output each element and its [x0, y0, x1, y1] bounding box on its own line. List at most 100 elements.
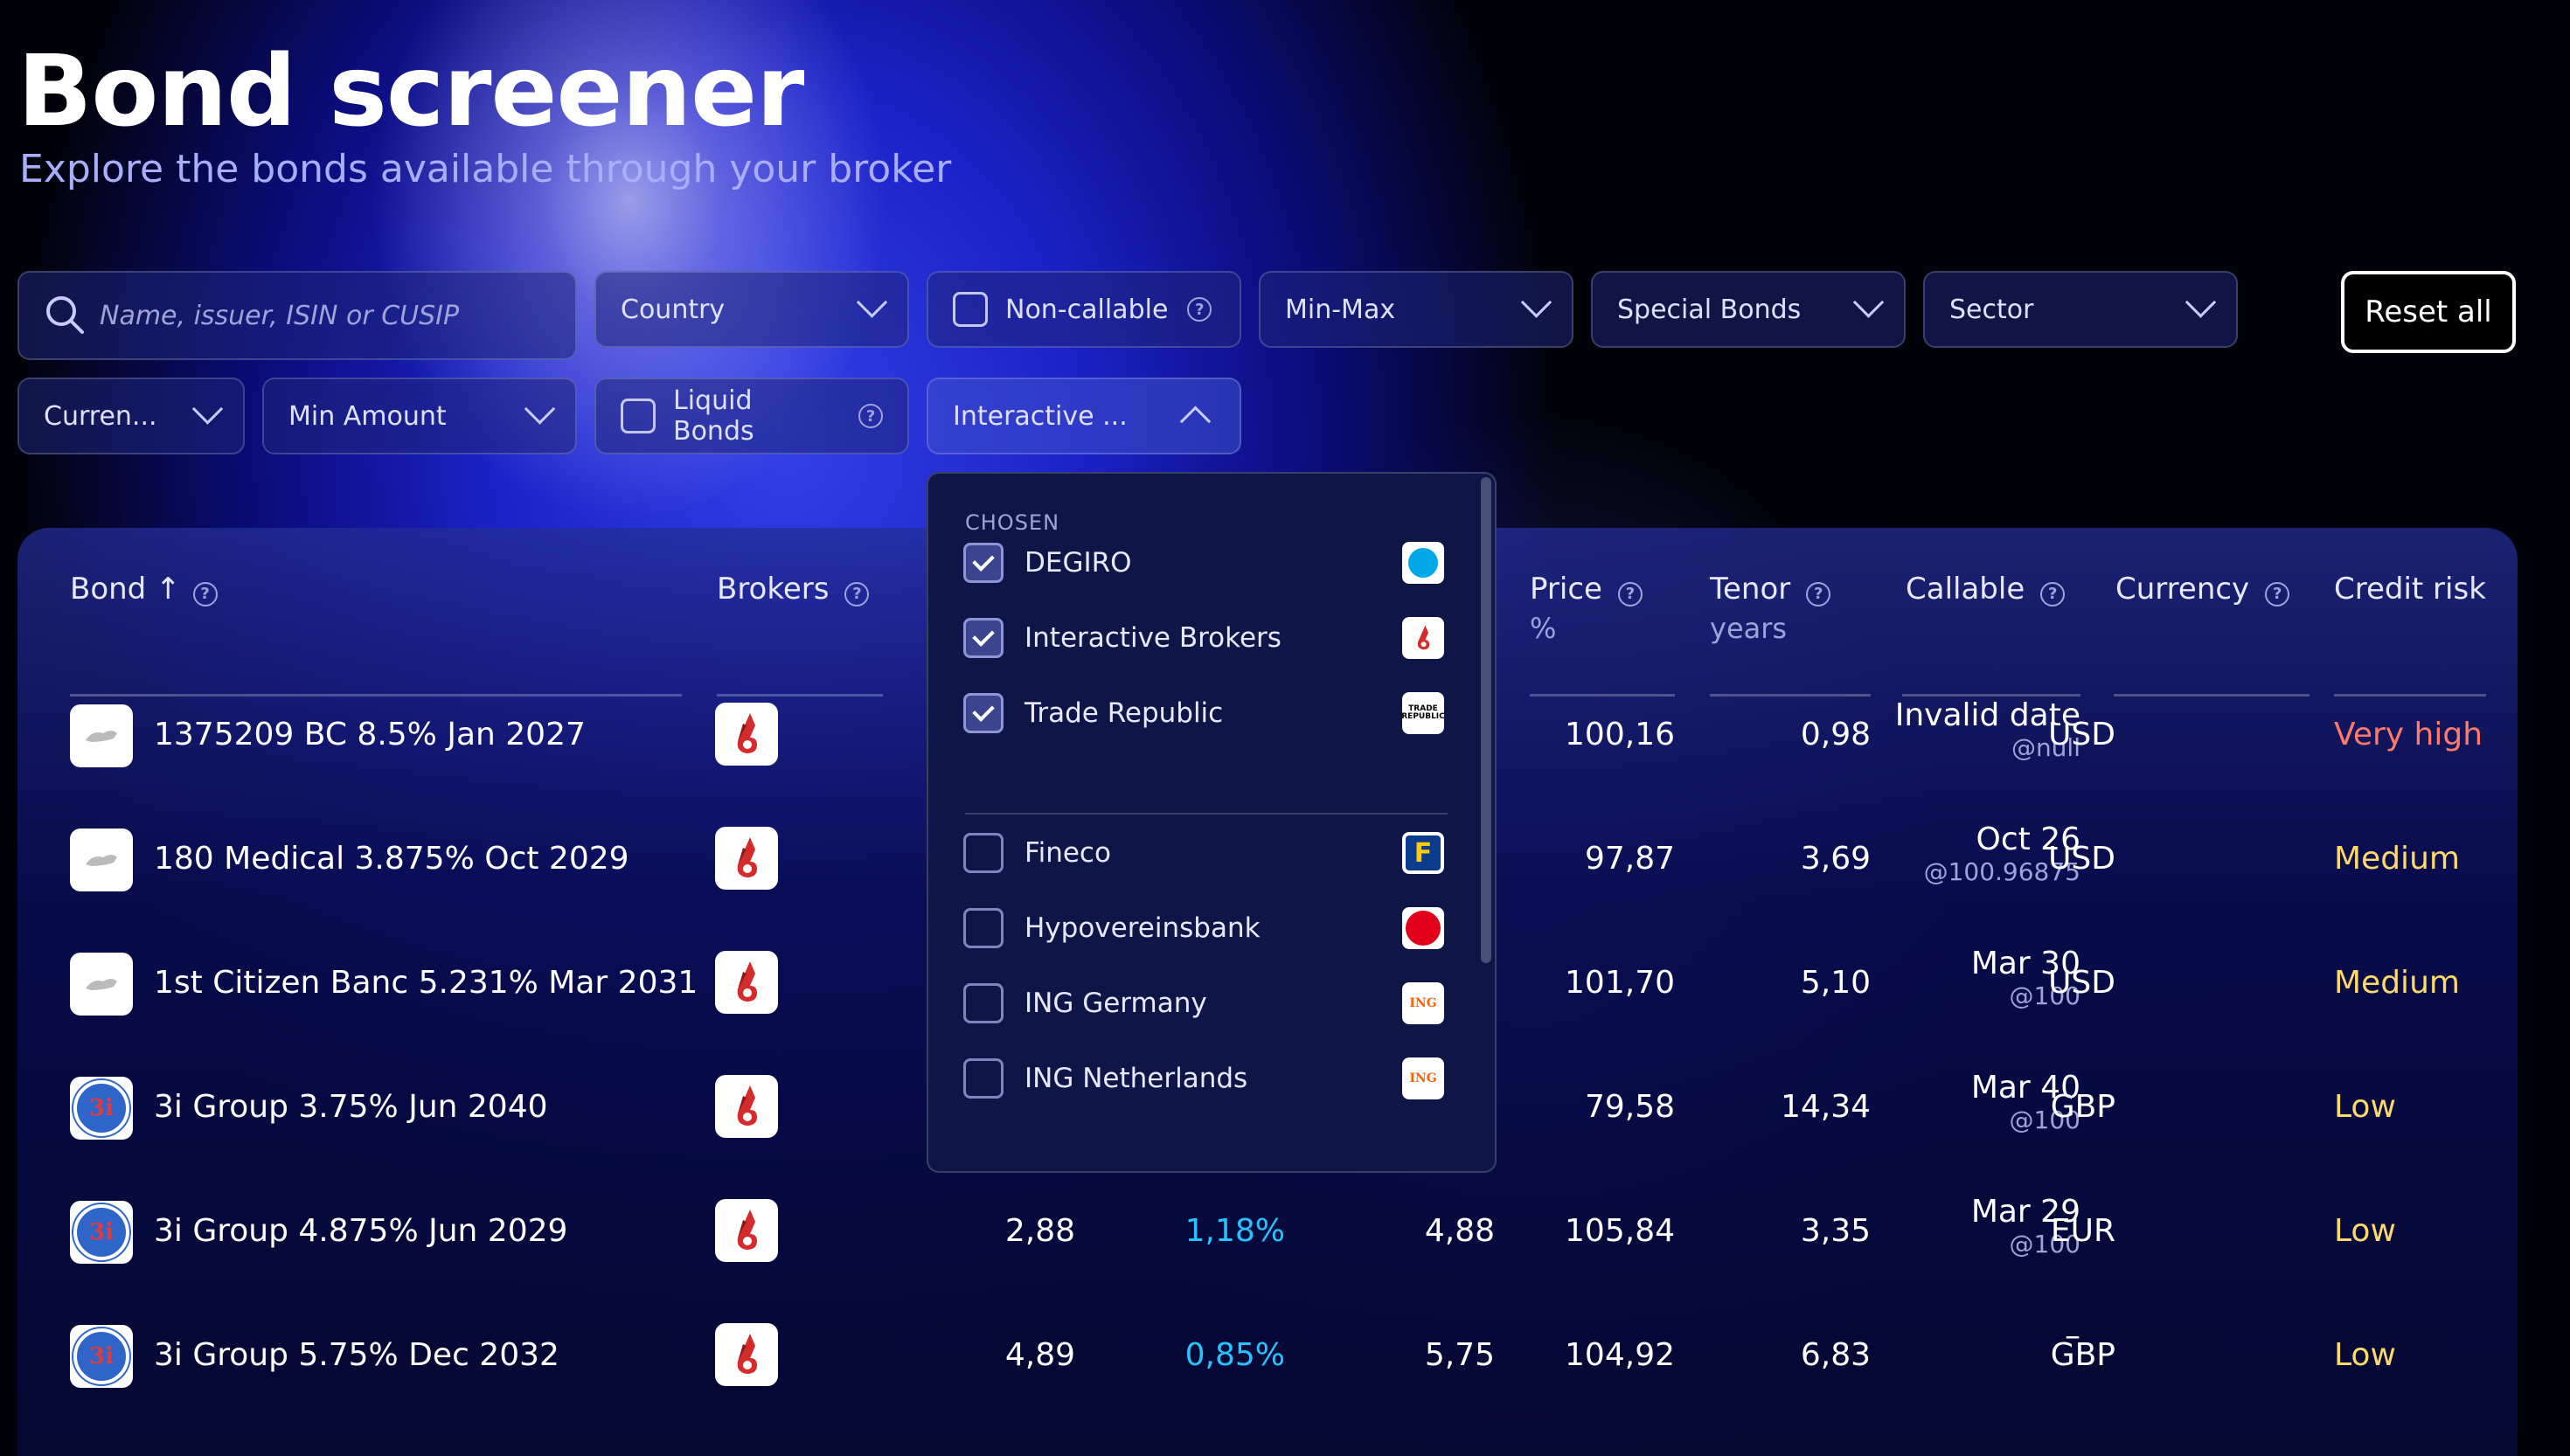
- broker-option[interactable]: ING Germany ING: [963, 977, 1444, 1030]
- bond-name[interactable]: 1st Citizen Banc 5.231% Mar 2031: [154, 965, 698, 1001]
- column-header-bond[interactable]: Bond ↑?: [70, 572, 218, 607]
- broker-option[interactable]: Fineco F: [963, 827, 1444, 879]
- broker-option-label: Trade Republic: [1025, 697, 1224, 729]
- liquid-bonds-toggle[interactable]: Liquid Bonds ?: [594, 378, 909, 454]
- bond-name[interactable]: 3i Group 5.75% Dec 2032: [154, 1337, 559, 1373]
- broker-label: Interactive ...: [953, 400, 1128, 432]
- credit-risk-value: Very high: [2334, 717, 2483, 752]
- ing-logo: ING: [1402, 982, 1444, 1024]
- non-callable-toggle[interactable]: Non-callable ?: [927, 271, 1241, 348]
- non-callable-checkbox[interactable]: [953, 292, 988, 327]
- page-subtitle: Explore the bonds available through your…: [19, 147, 952, 191]
- tenor-value: 3,35: [1800, 1213, 1871, 1249]
- ing-logo: ING: [1402, 1057, 1444, 1099]
- credit-risk-value: Low: [2334, 1337, 2396, 1373]
- column-header-callable[interactable]: Callable?: [1906, 572, 2066, 607]
- bond-name[interactable]: 3i Group 3.75% Jun 2040: [154, 1089, 548, 1125]
- column-header-price-label: Price: [1530, 572, 1602, 607]
- currency-dropdown[interactable]: Curren...: [17, 378, 245, 454]
- broker-logo: [715, 703, 778, 766]
- credit-risk-value: Low: [2334, 1089, 2396, 1125]
- column-header-credit-risk[interactable]: Credit risk: [2334, 572, 2486, 607]
- broker-option-checkbox[interactable]: [963, 983, 1004, 1023]
- broker-dropdown[interactable]: Interactive ...: [927, 378, 1241, 454]
- column-header-tenor[interactable]: Tenor? years: [1710, 572, 1831, 645]
- broker-dropdown-menu: CHOSEN DEGIRO Interactive Brokers Trade Re…: [927, 472, 1497, 1173]
- table-row[interactable]: 3i 3i Group 4.875% Jun 2029 2,88 1,18% 4,88 1…: [0, 1178, 2570, 1300]
- coupon-value: 5,75: [1424, 1337, 1495, 1373]
- min-amount-dropdown[interactable]: Min Amount: [262, 378, 577, 454]
- column-header-brokers[interactable]: Brokers?: [717, 572, 870, 607]
- broker-option-label: Fineco: [1025, 837, 1111, 869]
- currency-value: GBP: [2050, 1337, 2115, 1373]
- currency-value: USD: [2048, 841, 2115, 877]
- chevron-down-icon: [191, 392, 224, 425]
- broker-option-checkbox[interactable]: [963, 618, 1004, 658]
- help-icon[interactable]: ?: [1617, 581, 1643, 607]
- broker-option[interactable]: Interactive Brokers: [963, 612, 1444, 664]
- issuer-3i-logo: 3i: [73, 1204, 129, 1260]
- broker-logo: [715, 827, 778, 890]
- broker-option[interactable]: DEGIRO: [963, 537, 1444, 589]
- help-icon[interactable]: ?: [858, 404, 883, 428]
- column-header-price[interactable]: Price? %: [1530, 572, 1643, 645]
- interactive-brokers-icon: [737, 837, 757, 877]
- min-max-dropdown[interactable]: Min-Max: [1259, 271, 1573, 348]
- sector-label: Sector: [1949, 294, 2034, 325]
- help-icon[interactable]: ?: [844, 581, 870, 607]
- issuer-3i-logo: 3i: [73, 1080, 129, 1136]
- issuer-logo: [70, 704, 133, 767]
- bond-name[interactable]: 180 Medical 3.875% Oct 2029: [154, 841, 629, 877]
- interactive-brokers-icon: [737, 1210, 757, 1250]
- search-input[interactable]: Name, issuer, ISIN or CUSIP: [17, 271, 577, 360]
- interactive-brokers-icon: [737, 1334, 757, 1374]
- min-amount-label: Min Amount: [288, 400, 447, 432]
- chevron-down-icon: [1520, 286, 1552, 318]
- bond-name[interactable]: 3i Group 4.875% Jun 2029: [154, 1213, 567, 1249]
- help-icon[interactable]: ?: [2040, 581, 2066, 607]
- reset-all-button[interactable]: Reset all: [2341, 271, 2516, 353]
- broker-option[interactable]: ING Netherlands ING: [963, 1052, 1444, 1105]
- fineco-logo: F: [1402, 832, 1444, 874]
- tenor-value: 14,34: [1780, 1089, 1871, 1125]
- sector-dropdown[interactable]: Sector: [1923, 271, 2238, 348]
- issuer-generic-logo: [86, 855, 117, 866]
- dropdown-scrollbar[interactable]: [1481, 477, 1491, 963]
- currency-value: EUR: [2050, 1213, 2115, 1249]
- help-icon[interactable]: ?: [2265, 581, 2290, 607]
- currency-value: USD: [2048, 717, 2115, 752]
- price-value: 101,70: [1565, 965, 1675, 1001]
- liquid-bonds-checkbox[interactable]: [621, 399, 656, 433]
- special-bonds-dropdown[interactable]: Special Bonds: [1591, 271, 1906, 348]
- tenor-value: 5,10: [1800, 965, 1871, 1001]
- broker-option[interactable]: Trade Republic TRADE REPUBLIC: [963, 687, 1445, 739]
- issuer-logo: [70, 953, 133, 1016]
- help-icon[interactable]: ?: [192, 581, 218, 607]
- broker-option-checkbox[interactable]: [963, 908, 1004, 948]
- column-header-price-unit: %: [1530, 612, 1557, 645]
- broker-option-checkbox[interactable]: [963, 543, 1004, 583]
- currency-value: USD: [2048, 965, 2115, 1001]
- help-icon[interactable]: ?: [1187, 297, 1212, 322]
- issuer-logo: [70, 829, 133, 891]
- spread-value: 0,85%: [1184, 1337, 1285, 1373]
- interactive-brokers-icon: [737, 1085, 757, 1126]
- broker-option-checkbox[interactable]: [963, 833, 1004, 873]
- issuer-generic-logo: [86, 979, 117, 990]
- help-icon[interactable]: ?: [1806, 581, 1831, 607]
- currency-value: GBP: [2050, 1089, 2115, 1125]
- broker-option[interactable]: Hypovereinsbank: [963, 902, 1444, 954]
- country-dropdown[interactable]: Country: [594, 271, 909, 348]
- table-row[interactable]: 3i 3i Group 5.75% Dec 2032 4,89 0,85% 5,75 10…: [0, 1302, 2570, 1425]
- chosen-heading: CHOSEN: [965, 510, 1060, 535]
- yield-value: 4,89: [1004, 1337, 1075, 1373]
- broker-logo: [715, 1323, 778, 1386]
- broker-option-checkbox[interactable]: [963, 1058, 1004, 1099]
- price-value: 79,58: [1584, 1089, 1675, 1125]
- search-icon: [46, 296, 84, 334]
- column-header-currency[interactable]: Currency?: [2115, 572, 2290, 607]
- hypovereinsbank-logo: [1402, 907, 1444, 949]
- trade-republic-logo: TRADE REPUBLIC: [1401, 692, 1445, 734]
- broker-option-checkbox[interactable]: [963, 693, 1004, 733]
- bond-name[interactable]: 1375209 BC 8.5% Jan 2027: [154, 717, 586, 752]
